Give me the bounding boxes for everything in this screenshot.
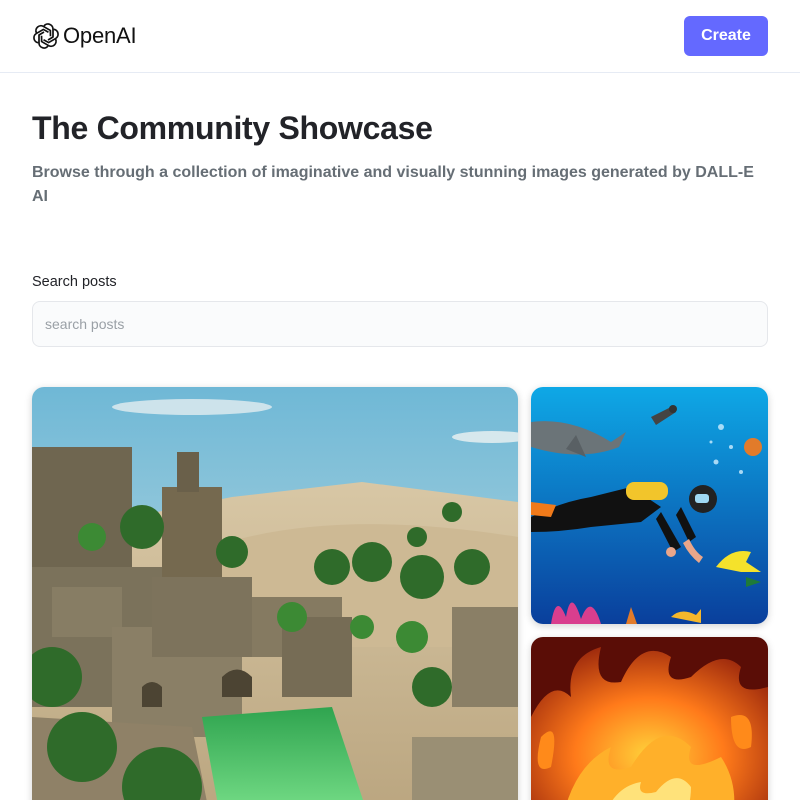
page-title: The Community Showcase (32, 110, 433, 146)
openai-logo-link[interactable]: OpenAI (32, 22, 137, 50)
gallery-card-desert-ruins[interactable] (32, 387, 518, 800)
flames-image (531, 637, 768, 800)
search-label: Search posts (32, 274, 117, 290)
search-input[interactable] (32, 301, 768, 347)
scuba-diver-image (531, 387, 768, 624)
desert-ruins-image (32, 387, 518, 800)
gallery-card-scuba-diver[interactable] (531, 387, 768, 624)
create-button[interactable]: Create (684, 16, 768, 56)
gallery-card-flames[interactable] (531, 637, 768, 800)
navbar: OpenAI Create (0, 0, 800, 73)
logo-text: OpenAI (63, 23, 137, 48)
openai-logo-icon (32, 22, 60, 50)
page-subtitle: Browse through a collection of imaginati… (32, 164, 754, 205)
